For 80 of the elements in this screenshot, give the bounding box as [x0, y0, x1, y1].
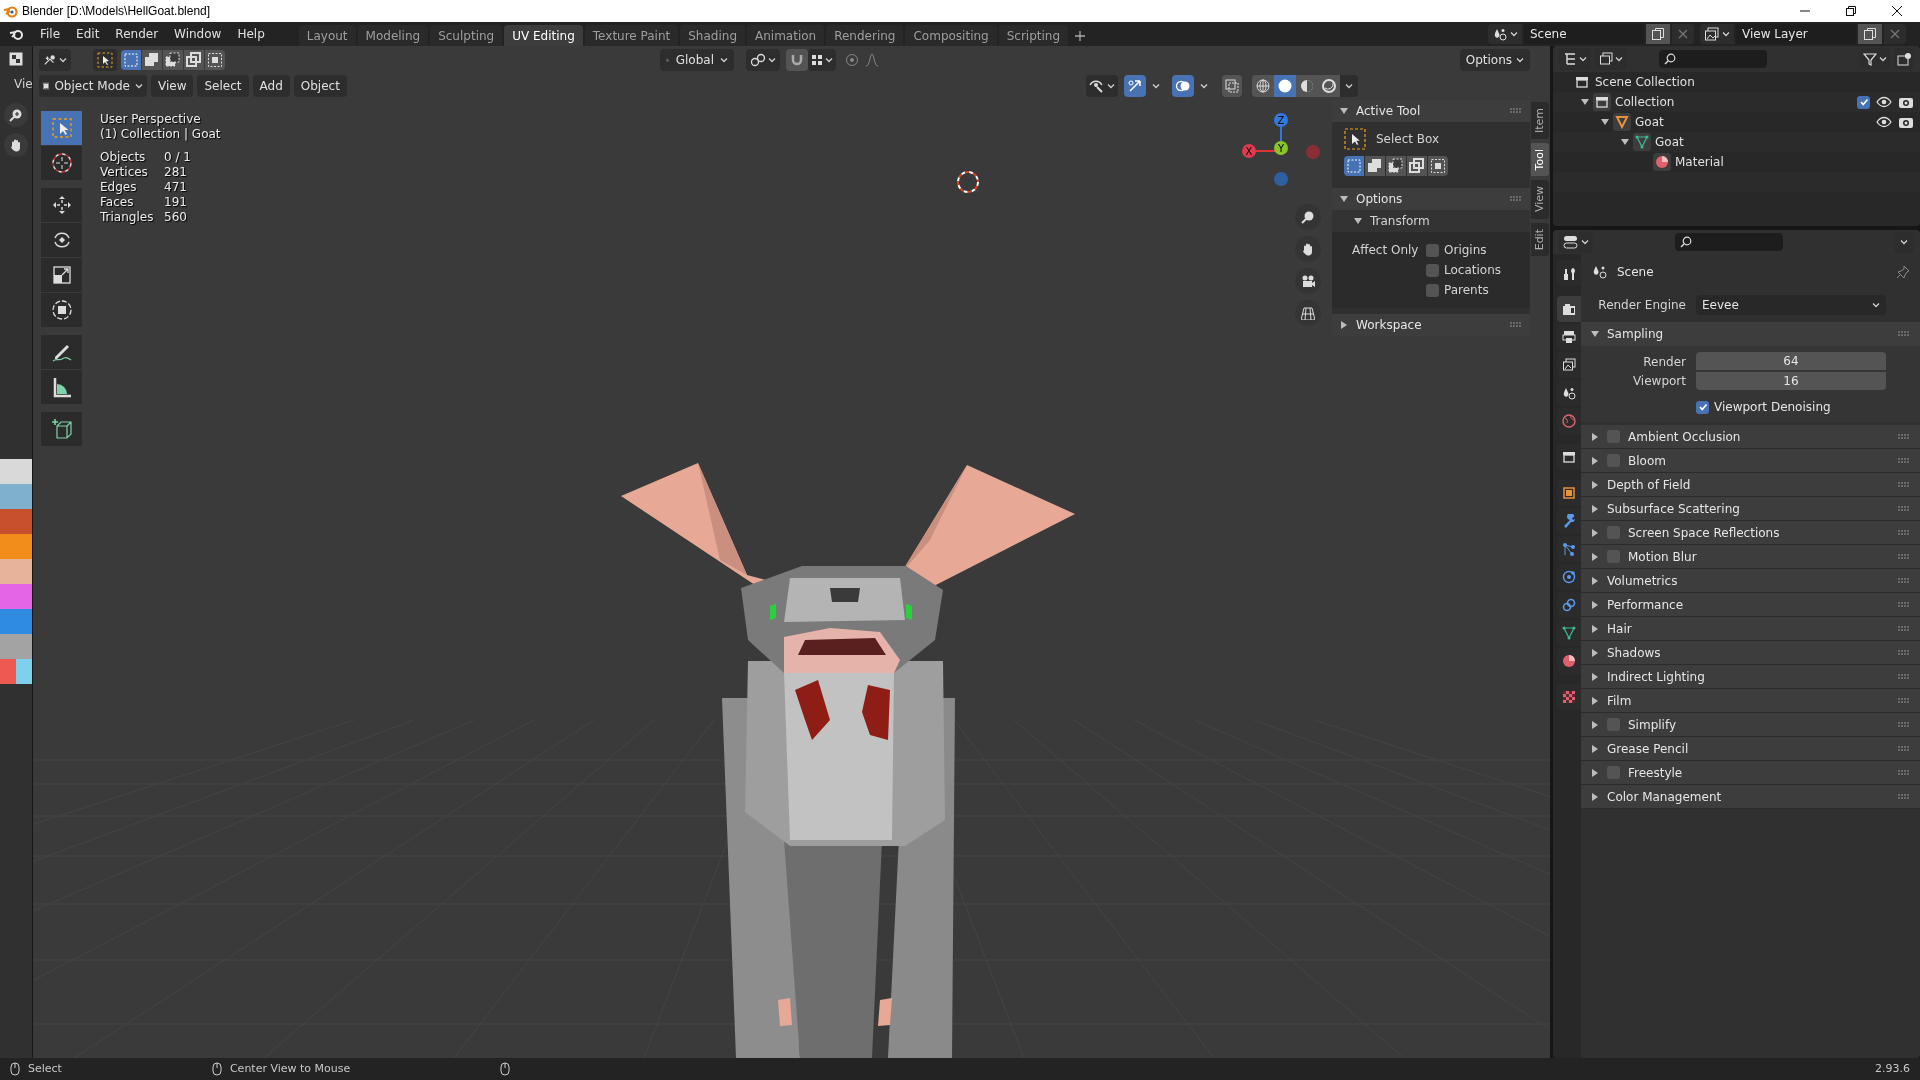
- window-title: Blender [D:\Models\HellGoat.blend]: [22, 3, 211, 20]
- panel-title[interactable]: Hair: [1607, 619, 1632, 638]
- field-label: Viewport: [1631, 372, 1687, 390]
- version-label: 2.93.6: [1875, 1060, 1910, 1077]
- panel-title[interactable]: Options: [1356, 190, 1403, 208]
- axis-handle[interactable]: X: [1242, 144, 1256, 158]
- workspace-tab[interactable]: Animation: [747, 25, 825, 46]
- checkbox-label[interactable]: Locations: [1444, 261, 1501, 279]
- number-field[interactable]: 64: [1696, 352, 1886, 370]
- panel-title[interactable]: Shadows: [1607, 643, 1661, 662]
- menu-item[interactable]: Window: [166, 24, 230, 44]
- item-label: Goat: [1635, 114, 1664, 131]
- scene-name-field[interactable]: Scene: [1524, 24, 1644, 44]
- stat-value: 560: [164, 210, 188, 225]
- field-label: Affect Only: [1352, 242, 1420, 259]
- status-hint: Select: [28, 1060, 62, 1077]
- menu-item[interactable]: Help: [229, 24, 273, 44]
- item-label: Scene Collection: [1595, 74, 1695, 91]
- workspace-tab[interactable]: Sculpting: [430, 25, 503, 46]
- sidebar-tab[interactable]: Tool: [1531, 143, 1549, 177]
- axis-handle[interactable]: Z: [1274, 113, 1288, 127]
- sidebar-tab[interactable]: View: [1531, 180, 1549, 219]
- stat-label: Edges: [100, 180, 138, 195]
- stat-label: Triangles: [100, 210, 155, 225]
- tool-name: Select Box: [1376, 131, 1440, 148]
- item-label: Goat: [1655, 134, 1684, 151]
- panel-title[interactable]: Film: [1607, 691, 1632, 710]
- panel-title[interactable]: Volumetrics: [1607, 571, 1678, 590]
- panel-title[interactable]: Simplify: [1628, 715, 1677, 734]
- panel-title[interactable]: Grease Pencil: [1607, 739, 1689, 758]
- workspace-tab[interactable]: Shading: [680, 25, 745, 46]
- workspace-tab[interactable]: Texture Paint: [584, 25, 679, 46]
- viewport-info-text: (1) Collection | Goat: [100, 127, 221, 142]
- panel-title[interactable]: Motion Blur: [1628, 547, 1697, 566]
- panel-title[interactable]: Depth of Field: [1607, 475, 1691, 494]
- stat-value: 281: [164, 165, 188, 180]
- stat-value: 191: [164, 195, 188, 210]
- stat-value: 0 / 1: [164, 150, 192, 165]
- render-engine-dropdown[interactable]: Eevee: [1696, 295, 1886, 315]
- panel-title[interactable]: Bloom: [1628, 451, 1666, 470]
- panel-title[interactable]: Performance: [1607, 595, 1684, 614]
- workspace-tab[interactable]: Scripting: [998, 25, 1069, 46]
- checkbox-label[interactable]: Parents: [1444, 281, 1489, 299]
- header-menu[interactable]: Add: [252, 75, 290, 97]
- stat-label: Vertices: [100, 165, 149, 180]
- subpanel-title[interactable]: Transform: [1370, 212, 1430, 230]
- panel-title[interactable]: Freestyle: [1628, 763, 1683, 782]
- viewport-info-text: User Perspective: [100, 112, 202, 127]
- workspace-tab[interactable]: Compositing: [905, 25, 997, 46]
- status-hint: Center View to Mouse: [229, 1060, 351, 1077]
- header-menu[interactable]: Select: [197, 75, 249, 97]
- workspace-tab[interactable]: UV Editing: [504, 25, 583, 46]
- item-label: Collection: [1615, 94, 1675, 111]
- mode-dropdown[interactable]: Object Mode: [39, 75, 147, 97]
- field-label: Render Engine: [1597, 297, 1687, 314]
- item-label: Material: [1675, 154, 1724, 171]
- menu-item[interactable]: Edit: [68, 24, 108, 44]
- transform-orientation-dropdown[interactable]: Global: [660, 49, 734, 71]
- sidebar-tab[interactable]: Item: [1531, 102, 1549, 140]
- workspace-tab[interactable]: Modeling: [357, 25, 429, 46]
- menu-item[interactable]: File: [32, 24, 69, 44]
- stat-value: 471: [164, 180, 188, 195]
- number-field[interactable]: 16: [1696, 371, 1886, 390]
- view-layer-name-field[interactable]: View Layer: [1736, 24, 1856, 44]
- panel-title[interactable]: Sampling: [1607, 325, 1664, 343]
- checkbox-label[interactable]: Viewport Denoising: [1714, 398, 1831, 416]
- stat-label: Objects: [100, 150, 147, 165]
- options-dropdown[interactable]: Options: [1459, 49, 1530, 71]
- header-menu[interactable]: View: [151, 75, 194, 97]
- context-label: Scene: [1617, 264, 1654, 281]
- axis-handle[interactable]: Y: [1274, 141, 1288, 155]
- sidebar-tab[interactable]: Edit: [1531, 222, 1549, 256]
- header-menu[interactable]: Object: [293, 75, 347, 97]
- stat-label: Faces: [100, 195, 135, 210]
- field-label: Render: [1642, 353, 1687, 371]
- workspace-tab[interactable]: Rendering: [826, 25, 904, 46]
- menu-item[interactable]: Render: [107, 24, 167, 44]
- view-menu[interactable]: Vie: [14, 75, 33, 93]
- checkbox-label[interactable]: Origins: [1444, 241, 1487, 259]
- workspace-tab[interactable]: Layout: [298, 25, 356, 46]
